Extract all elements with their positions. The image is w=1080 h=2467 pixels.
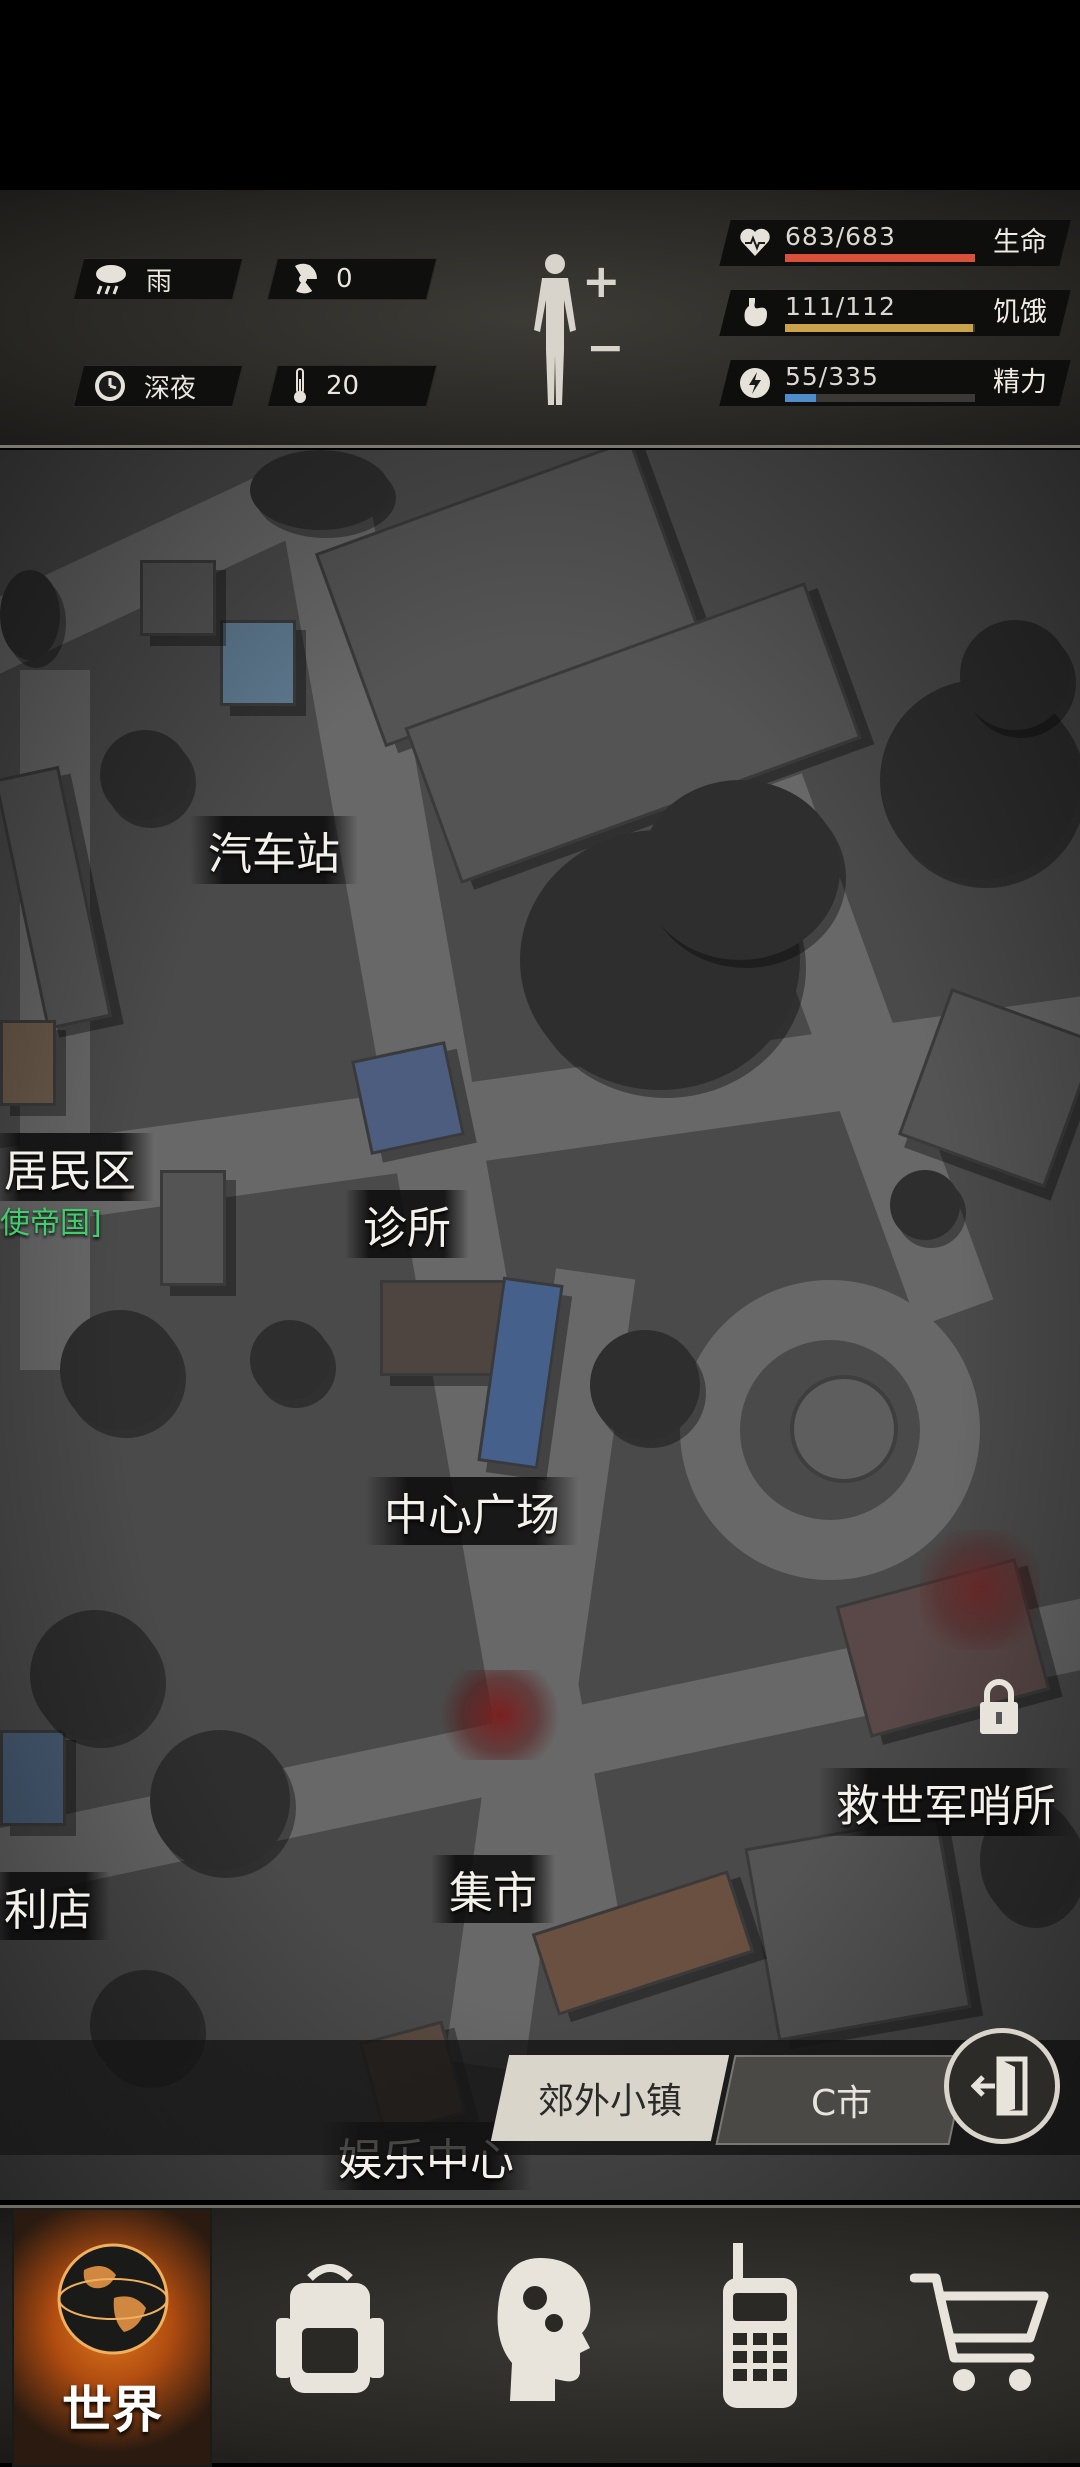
region-tab-suburb[interactable]: 郊外小镇	[490, 2055, 730, 2141]
radiation-status[interactable]: 0	[286, 258, 353, 300]
clinic-building	[351, 1041, 465, 1155]
vital-label: 生命	[993, 227, 1047, 258]
skills-head-icon	[497, 2258, 591, 2401]
nav-skills[interactable]	[440, 2208, 640, 2463]
vital-track	[785, 394, 975, 402]
world-map[interactable]: 汽车站 居民区 使帝国] 诊所 中心广场 救世军哨所 集市 利店 娱乐中心 郊外…	[0, 450, 1080, 2200]
vital-track	[785, 324, 975, 332]
human-body-icon	[534, 254, 576, 405]
heart-icon	[740, 228, 770, 256]
body-plus-icon: +	[582, 254, 621, 308]
nav-backpack[interactable]	[230, 2208, 430, 2463]
radiation-value: 0	[336, 264, 353, 294]
weather-status[interactable]: 雨	[92, 258, 172, 300]
location-store[interactable]: 利店	[0, 1872, 110, 1940]
weather-label: 雨	[146, 266, 173, 297]
body-status-button[interactable]: + −	[520, 250, 630, 420]
backpack-icon	[276, 2264, 384, 2393]
location-outpost[interactable]: 救世军哨所	[818, 1768, 1074, 1836]
rain-cloud-icon	[96, 265, 126, 295]
vital-fill	[785, 394, 817, 402]
body-minus-icon: −	[586, 320, 625, 374]
radiation-icon	[295, 263, 317, 294]
vital-label: 精力	[993, 367, 1047, 398]
temperature-status[interactable]: 20	[290, 365, 359, 407]
vital-value: 55/335	[785, 362, 879, 391]
plaza-fountain	[790, 1375, 898, 1483]
vital-value: 111/112	[785, 292, 896, 321]
nav-radio[interactable]	[660, 2208, 860, 2463]
blood-stain	[440, 1670, 560, 1760]
thermometer-icon	[294, 368, 306, 403]
energy-icon	[740, 368, 770, 398]
vital-fill	[785, 324, 974, 332]
nav-world-label: 世界	[62, 2381, 162, 2439]
temperature-value: 20	[326, 371, 360, 401]
region-tab-c-city[interactable]: C市	[715, 2055, 969, 2145]
time-status[interactable]: 深夜	[92, 365, 196, 407]
bus-station-building	[220, 620, 296, 706]
radio-icon	[723, 2243, 797, 2408]
location-market[interactable]: 集市	[431, 1855, 555, 1923]
clock-icon	[95, 371, 125, 401]
blood-stain-outpost	[920, 1530, 1040, 1650]
vital-value: 683/683	[785, 222, 896, 251]
location-residential[interactable]: 居民区	[0, 1133, 154, 1201]
globe-icon	[57, 2243, 169, 2355]
vital-fill	[785, 254, 975, 262]
faction-tag: 使帝国]	[0, 1206, 102, 1241]
vital-label: 饥饿	[993, 297, 1047, 328]
stomach-icon	[744, 298, 767, 327]
location-central-square[interactable]: 中心广场	[366, 1477, 578, 1545]
exit-button[interactable]	[944, 2028, 1060, 2144]
shopping-cart-icon	[910, 2273, 1049, 2391]
nav-world[interactable]: 世界	[12, 2208, 212, 2467]
location-bus-station[interactable]: 汽车站	[190, 816, 358, 884]
vital-health[interactable]: 683/683 生命	[719, 220, 1071, 266]
nav-shop[interactable]	[880, 2208, 1080, 2463]
exit-door-icon	[971, 2056, 1028, 2116]
bottom-nav: 世界	[0, 2205, 1080, 2467]
time-label: 深夜	[144, 373, 197, 404]
vital-hunger[interactable]: 111/112 饥饿	[719, 290, 1071, 336]
vital-energy[interactable]: 55/335 精力	[719, 360, 1071, 406]
vital-track	[785, 254, 975, 262]
location-clinic[interactable]: 诊所	[345, 1190, 469, 1258]
lock-icon	[980, 1679, 1018, 1734]
status-panel: 雨 0 深夜 20 + − 683/683 生命 111/112 饥饿 55/3…	[0, 190, 1080, 448]
